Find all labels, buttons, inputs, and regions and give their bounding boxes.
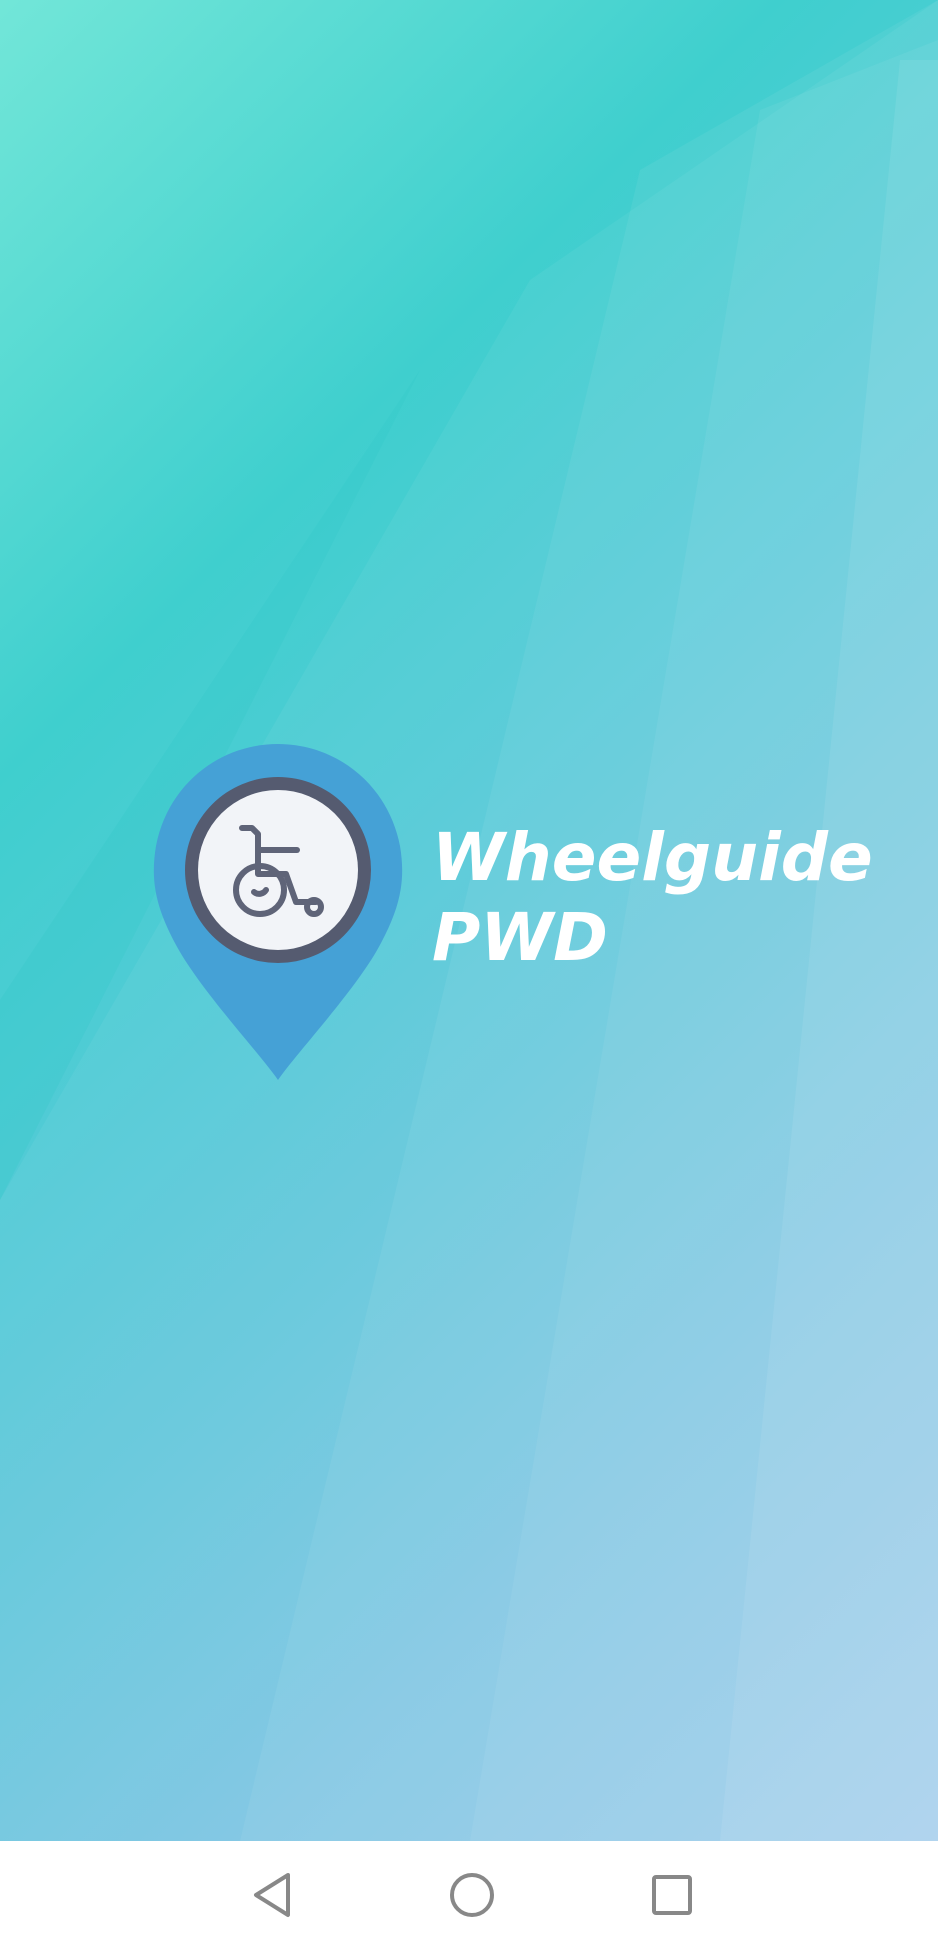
- circle-home-icon: [450, 1873, 494, 1917]
- app-name: Wheelguide PWD: [432, 818, 873, 978]
- app-name-line1: Wheelguide: [432, 819, 873, 896]
- splash-screen: Wheelguide PWD: [0, 0, 938, 1841]
- app-name-line2: PWD: [432, 899, 608, 976]
- home-button[interactable]: [440, 1863, 504, 1927]
- screen: Wheelguide PWD: [0, 0, 938, 1947]
- triangle-back-icon: [254, 1873, 290, 1917]
- recents-button[interactable]: [640, 1863, 704, 1927]
- square-recents-icon: [652, 1875, 692, 1915]
- system-navigation-bar: [0, 1841, 938, 1947]
- app-logo-pin-icon: [153, 744, 403, 1080]
- back-button[interactable]: [240, 1863, 304, 1927]
